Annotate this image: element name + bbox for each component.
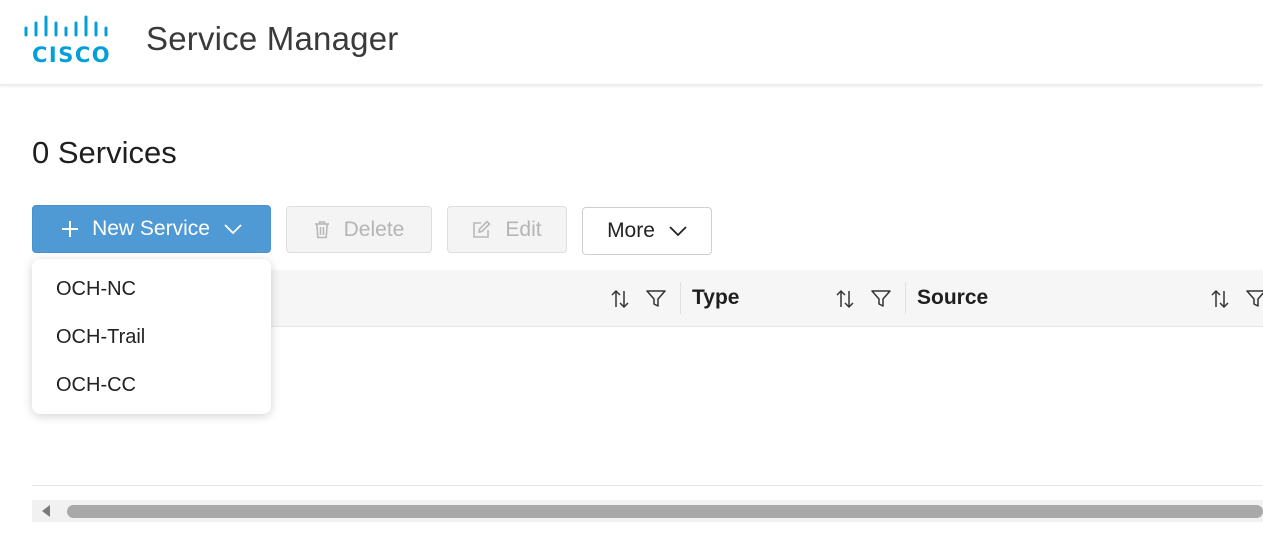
sort-icon[interactable] <box>1209 288 1231 310</box>
more-label: More <box>607 219 655 242</box>
horizontal-scrollbar[interactable] <box>32 500 1263 522</box>
cisco-bars-icon <box>24 15 108 37</box>
delete-label: Delete <box>343 217 405 241</box>
table-bottom-divider <box>32 485 1263 486</box>
more-button[interactable]: More <box>582 207 712 255</box>
new-service-dropdown: OCH-NC OCH-Trail OCH-CC <box>32 259 271 414</box>
page-title: 0 Services <box>32 135 177 171</box>
service-count: 0 <box>32 135 50 170</box>
plus-icon <box>61 216 79 242</box>
menu-item-och-trail[interactable]: OCH-Trail <box>56 326 145 349</box>
scrollbar-thumb[interactable] <box>67 505 1263 518</box>
column-header-source[interactable]: Source <box>917 286 988 310</box>
page-title-label: Services <box>57 135 177 170</box>
edit-icon <box>472 220 491 239</box>
filter-icon[interactable] <box>1245 288 1263 310</box>
edit-label: Edit <box>505 217 542 241</box>
menu-item-och-nc[interactable]: OCH-NC <box>56 278 136 301</box>
chevron-down-icon <box>224 217 242 241</box>
column-divider[interactable] <box>680 282 681 314</box>
app-header: CISCO Service Manager <box>0 0 1263 85</box>
new-service-button[interactable]: New Service <box>32 205 271 253</box>
menu-item-och-cc[interactable]: OCH-CC <box>56 374 136 397</box>
scroll-left-arrow-icon[interactable] <box>42 505 50 517</box>
cisco-logo[interactable]: CISCO <box>24 15 118 69</box>
column-divider[interactable] <box>905 282 906 314</box>
edit-button[interactable]: Edit <box>447 206 567 253</box>
sort-icon[interactable] <box>834 288 856 310</box>
delete-button[interactable]: Delete <box>286 206 432 253</box>
trash-icon <box>314 220 330 239</box>
logo-wordmark: CISCO <box>32 43 112 67</box>
chevron-down-icon <box>669 219 687 243</box>
sort-icon[interactable] <box>609 288 631 310</box>
filter-icon[interactable] <box>870 288 892 310</box>
new-service-label: New Service <box>92 217 210 240</box>
column-header-type[interactable]: Type <box>692 286 739 310</box>
filter-icon[interactable] <box>645 288 667 310</box>
app-title: Service Manager <box>146 20 399 57</box>
